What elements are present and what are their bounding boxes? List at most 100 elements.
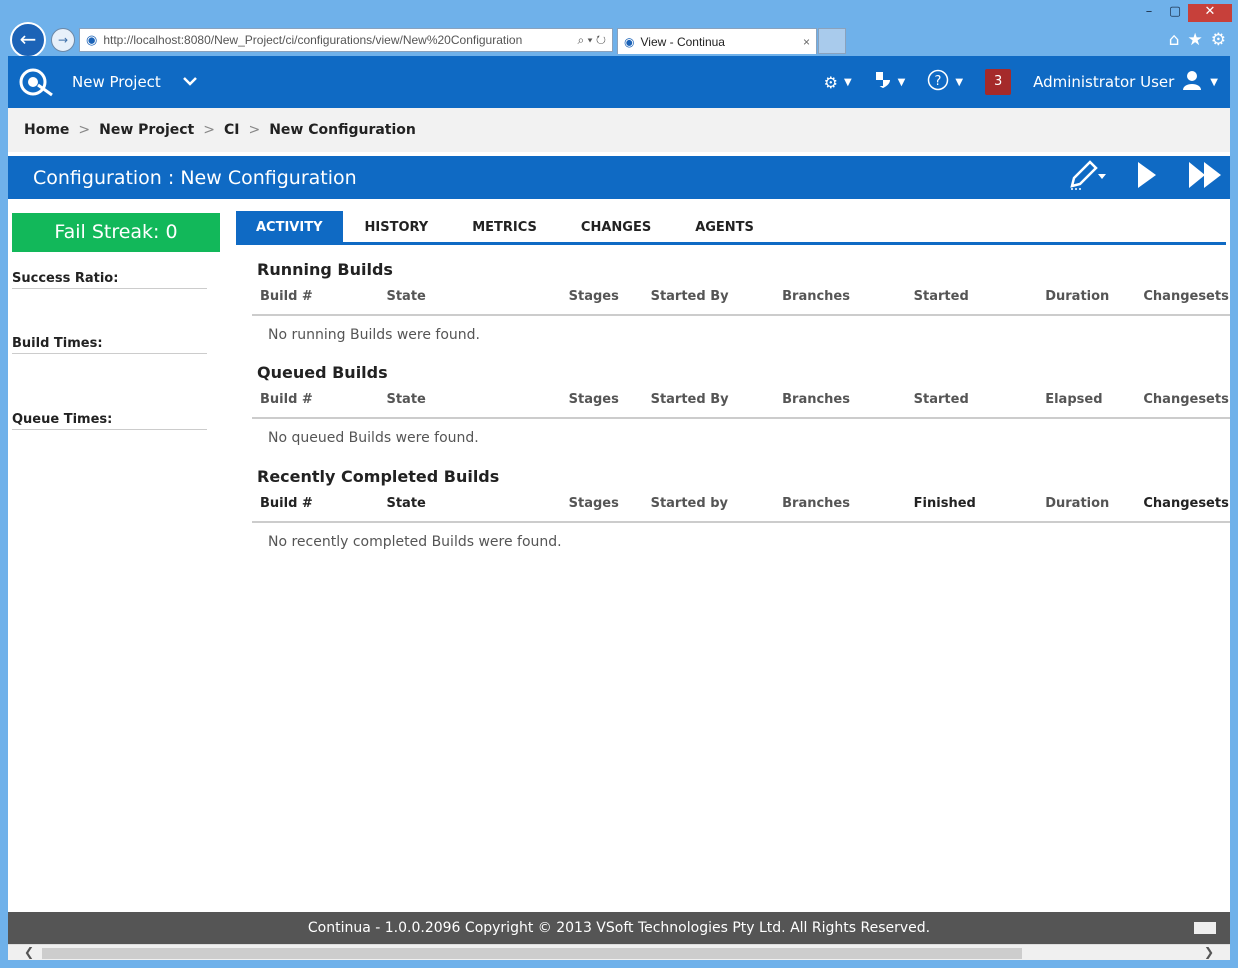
help-menu[interactable]: ? ▼ <box>927 69 963 95</box>
run-all-fast-forward-icon[interactable] <box>1188 160 1222 195</box>
col-state[interactable]: State <box>378 382 561 419</box>
col-started-by[interactable]: Started By <box>642 382 775 419</box>
back-button[interactable]: ← <box>10 22 46 58</box>
keyboard-icon[interactable] <box>1194 922 1216 934</box>
col-duration[interactable]: Duration <box>1037 279 1136 316</box>
col-branches[interactable]: Branches <box>774 486 906 523</box>
col-state[interactable]: State <box>378 486 561 523</box>
run-play-icon[interactable] <box>1136 160 1158 195</box>
breadcrumb-home[interactable]: Home <box>24 122 69 138</box>
completed-builds-table: Build # State Stages Started by Branches… <box>252 486 1230 560</box>
tab-title: View - Continua <box>640 34 725 49</box>
tab-metrics[interactable]: METRICS <box>450 211 559 242</box>
new-tab-button[interactable] <box>818 28 846 54</box>
col-state[interactable]: State <box>378 279 561 316</box>
close-icon[interactable]: ✕ <box>1188 4 1232 22</box>
user-name: Administrator User <box>1033 73 1175 91</box>
tab-site-icon: ◉ <box>624 34 635 49</box>
caret-down-icon: ▼ <box>1210 76 1218 88</box>
chevron-down-icon[interactable] <box>182 74 197 90</box>
caret-down-icon: ▼ <box>843 76 852 88</box>
window-controls: – ▢ ✕ <box>1136 4 1232 22</box>
main-content: ACTIVITY HISTORY METRICS CHANGES AGENTS … <box>236 211 1230 560</box>
search-refresh-icon[interactable]: ⌕ ▾ ↻ <box>577 33 606 48</box>
col-changesets[interactable]: Changesets <box>1135 486 1230 523</box>
empty-message: No recently completed Builds were found. <box>268 533 562 550</box>
success-ratio-label: Success Ratio: <box>12 271 207 289</box>
scrollbar-thumb[interactable] <box>42 948 1022 959</box>
empty-message: No queued Builds were found. <box>268 429 479 446</box>
running-builds-title: Running Builds <box>257 260 393 279</box>
address-bar[interactable]: ◉ http://localhost:8080/New_Project/ci/c… <box>79 28 613 52</box>
tab-agents[interactable]: AGENTS <box>673 211 776 242</box>
home-icon[interactable]: ⌂ <box>1169 30 1180 50</box>
forward-button[interactable]: → <box>51 28 75 52</box>
running-builds-table: Build # State Stages Started By Branches… <box>252 279 1230 353</box>
nav-right: ⚙ ▼ ▼ ? ▼ 3 Administrator User ▼ <box>824 56 1218 108</box>
tab-bar: ACTIVITY HISTORY METRICS CHANGES AGENTS <box>236 211 1226 245</box>
col-started[interactable]: Started <box>905 279 1038 316</box>
tab-activity[interactable]: ACTIVITY <box>236 211 343 242</box>
tab-history[interactable]: HISTORY <box>343 211 451 242</box>
col-stages[interactable]: Stages <box>560 382 643 419</box>
help-icon: ? <box>927 69 949 95</box>
browser-window: – ▢ ✕ ← → ◉ http://localhost:8080/New_Pr… <box>0 0 1238 968</box>
queue-times-label: Queue Times: <box>12 412 207 430</box>
edit-pencil-icon[interactable] <box>1066 158 1106 197</box>
minimize-icon[interactable]: – <box>1136 4 1162 22</box>
browser-tab[interactable]: ◉ View - Continua × <box>617 28 817 54</box>
table-header-row: Build # State Stages Started By Branches… <box>252 382 1230 419</box>
settings-gear-icon[interactable]: ⚙ <box>1211 30 1226 50</box>
notification-badge[interactable]: 3 <box>985 69 1012 95</box>
security-menu[interactable]: ▼ <box>874 70 906 94</box>
completed-builds-title: Recently Completed Builds <box>257 467 500 486</box>
caret-down-icon: ▼ <box>955 76 964 88</box>
user-icon <box>1182 70 1202 94</box>
page-footer: Continua - 1.0.0.2096 Copyright © 2013 V… <box>8 912 1230 944</box>
maximize-icon[interactable]: ▢ <box>1162 4 1188 22</box>
col-started-by[interactable]: Started by <box>642 486 775 523</box>
col-changesets[interactable]: Changesets <box>1135 279 1230 316</box>
breadcrumb-ci[interactable]: CI <box>224 122 239 138</box>
col-build-number[interactable]: Build # <box>252 279 379 316</box>
user-menu[interactable]: Administrator User ▼ <box>1033 70 1218 94</box>
queued-builds-title: Queued Builds <box>257 363 388 382</box>
title-actions <box>1066 156 1222 199</box>
scroll-left-icon[interactable]: ❮ <box>24 945 34 959</box>
col-build-number[interactable]: Build # <box>252 382 379 419</box>
svg-text:?: ? <box>935 74 942 89</box>
favorites-star-icon[interactable]: ★ <box>1188 30 1203 50</box>
page-viewport: New Project ⚙ ▼ ▼ ? ▼ 3 Administrator Us… <box>8 56 1230 960</box>
url-text: http://localhost:8080/New_Project/ci/con… <box>103 33 523 47</box>
gear-icon: ⚙ <box>823 72 838 92</box>
settings-menu[interactable]: ⚙ ▼ <box>824 73 852 92</box>
horizontal-scrollbar[interactable]: ❮ ❯ <box>8 944 1230 960</box>
table-header-row: Build # State Stages Started By Branches… <box>252 279 1230 316</box>
col-finished[interactable]: Finished <box>905 486 1038 523</box>
queued-builds-table: Build # State Stages Started By Branches… <box>252 382 1230 456</box>
build-times-label: Build Times: <box>12 336 207 354</box>
left-panel: Fail Streak: 0 Success Ratio: Build Time… <box>12 213 220 430</box>
breadcrumb-project[interactable]: New Project <box>99 122 194 138</box>
col-changesets[interactable]: Changesets <box>1135 382 1230 419</box>
tab-changes[interactable]: CHANGES <box>559 211 673 242</box>
browser-toolbar: ⌂ ★ ⚙ <box>1169 30 1226 50</box>
col-stages[interactable]: Stages <box>560 486 643 523</box>
empty-message: No running Builds were found. <box>268 326 481 343</box>
caret-down-icon: ▼ <box>897 76 906 88</box>
table-header-row: Build # State Stages Started by Branches… <box>252 486 1230 523</box>
col-branches[interactable]: Branches <box>774 382 906 419</box>
project-name[interactable]: New Project <box>72 73 161 91</box>
col-started[interactable]: Started <box>905 382 1038 419</box>
page-title: Configuration : New Configuration <box>33 166 357 189</box>
col-elapsed[interactable]: Elapsed <box>1037 382 1136 419</box>
col-stages[interactable]: Stages <box>560 279 643 316</box>
scroll-right-icon[interactable]: ❯ <box>1204 945 1214 959</box>
col-started-by[interactable]: Started By <box>642 279 775 316</box>
col-duration[interactable]: Duration <box>1037 486 1136 523</box>
fail-streak-badge: Fail Streak: 0 <box>12 213 220 252</box>
tab-close-icon[interactable]: × <box>803 35 810 49</box>
continua-logo-icon[interactable] <box>16 65 56 99</box>
col-build-number[interactable]: Build # <box>252 486 379 523</box>
col-branches[interactable]: Branches <box>774 279 906 316</box>
